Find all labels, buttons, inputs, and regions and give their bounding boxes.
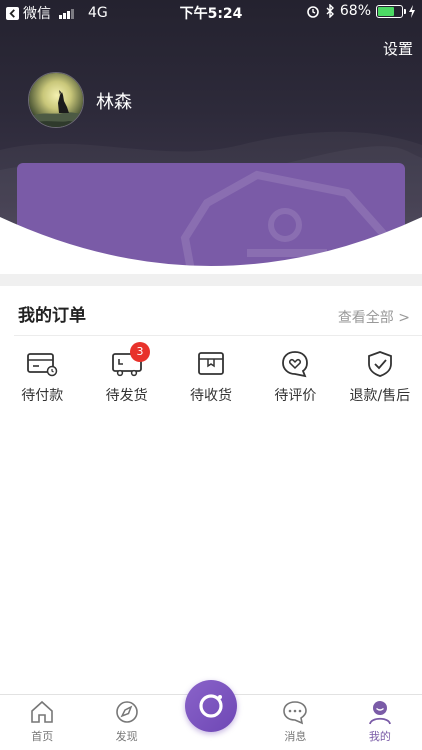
battery-percent: 68%: [339, 3, 371, 19]
orders-header: 我的订单 查看全部 >: [0, 286, 422, 336]
heart-chat-icon: [282, 351, 309, 378]
shield-check-icon: [367, 351, 392, 377]
tab-label: 首页: [31, 730, 54, 743]
order-status-row: 待付款 待发货 待收货 待评价 退款/售后: [0, 350, 422, 410]
order-label: 待发货: [105, 388, 148, 404]
tab-label: 我的: [368, 730, 391, 743]
avatar[interactable]: [28, 72, 84, 128]
tab-profile[interactable]: 我的: [338, 695, 422, 750]
home-icon: [31, 700, 54, 723]
battery-icon: [376, 4, 406, 18]
tab-messages[interactable]: 消息: [253, 695, 337, 750]
message-icon: [283, 701, 308, 725]
order-pending-shipment[interactable]: 待发货: [84, 350, 168, 410]
package-box-icon: [198, 352, 224, 375]
order-label: 待评价: [274, 388, 317, 404]
username: 林森: [96, 92, 132, 113]
charging-bolt-icon: [409, 4, 415, 18]
view-all-orders-link[interactable]: 查看全部 >: [338, 307, 410, 327]
bluetooth-icon: [326, 4, 334, 18]
section-separator: [0, 274, 422, 286]
orders-title: 我的订单: [18, 306, 86, 326]
tab-home[interactable]: 首页: [0, 695, 84, 750]
compass-icon: [115, 701, 138, 723]
camera-button[interactable]: [185, 680, 237, 732]
settings-button[interactable]: 设置: [383, 38, 413, 59]
wallet-card-icon: [27, 353, 58, 377]
tab-label: 发现: [115, 730, 138, 743]
wolf-moon-avatar-image: [29, 73, 83, 127]
order-label: 退款/售后: [349, 388, 411, 404]
order-label: 待收货: [190, 388, 233, 404]
order-refund-aftersale[interactable]: 退款/售后: [338, 350, 422, 410]
tab-discover[interactable]: 发现: [84, 695, 168, 750]
alarm-icon: [307, 6, 319, 18]
pending-shipment-badge: 3: [130, 342, 150, 362]
order-label: 待付款: [21, 388, 64, 404]
status-bar: 微信 4G 下午5:24 68%: [0, 0, 422, 24]
profile-header: 微信 4G 下午5:24 68% 设置 林森: [0, 0, 422, 275]
divider: [14, 335, 422, 336]
header-curve: [0, 217, 422, 275]
tab-label: 消息: [284, 730, 307, 743]
profile-icon: [368, 701, 391, 725]
order-pending-payment[interactable]: 待付款: [0, 350, 84, 410]
camera-icon: [199, 694, 223, 718]
order-pending-review[interactable]: 待评价: [253, 350, 337, 410]
order-pending-receipt[interactable]: 待收货: [169, 350, 253, 410]
